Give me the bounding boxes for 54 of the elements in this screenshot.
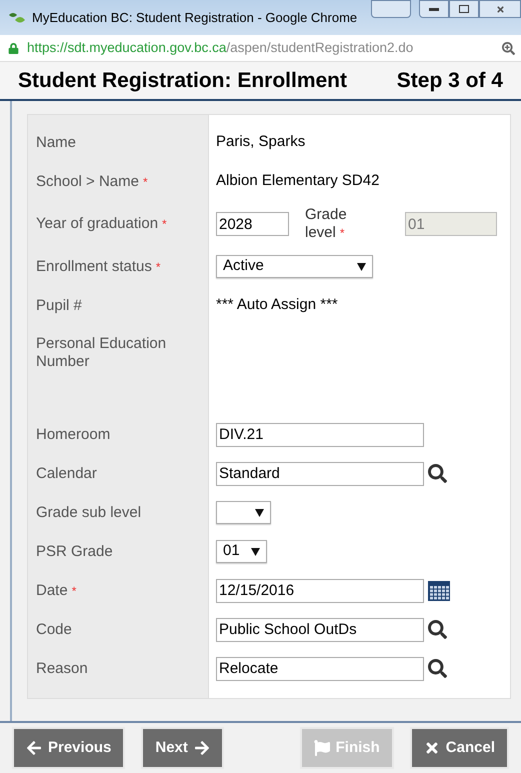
dropdown[interactable]: 01 — [216, 540, 267, 563]
leaf-icon — [8, 10, 26, 24]
close-button[interactable] — [479, 0, 521, 18]
arrow-right-icon — [194, 740, 210, 756]
field-label: Code — [36, 620, 72, 638]
date-field[interactable]: 12/15/2016 — [216, 578, 424, 602]
input-field[interactable]: Public School OutDs — [216, 618, 424, 642]
field-label: Grade sub level — [36, 504, 142, 522]
input-field: 01 — [405, 212, 497, 236]
field-label: PSR Grade — [36, 542, 113, 560]
calendar-icon[interactable] — [428, 580, 450, 600]
field-label: Name — [36, 134, 76, 152]
input-field[interactable]: 2028 — [216, 212, 289, 236]
dropdown[interactable]: Active — [216, 255, 373, 278]
field-label: Reason — [36, 660, 88, 678]
caret-icon — [255, 508, 264, 516]
field-label: Calendar — [36, 464, 97, 482]
field-label: Pupil # — [36, 296, 82, 314]
next-button[interactable]: Next — [143, 729, 222, 767]
field-value: Albion Elementary SD42 — [216, 171, 380, 192]
search-icon[interactable] — [428, 620, 447, 639]
arrow-left-icon — [26, 740, 42, 756]
minimize-button[interactable] — [419, 0, 449, 18]
field-label: Grade level * — [305, 206, 348, 242]
field-label: Personal Education Number — [36, 335, 168, 371]
page-title: Student Registration: Enrollment — [18, 68, 348, 94]
field-value: Paris, Sparks — [216, 132, 306, 152]
field-label: Year of graduation * — [36, 215, 167, 233]
input-field[interactable]: Standard — [216, 462, 424, 486]
field-label: Enrollment status * — [36, 258, 161, 276]
field-label: School > Name * — [36, 172, 148, 190]
input-field[interactable]: Relocate — [216, 656, 424, 680]
address-bar[interactable]: https://sdt.myeducation.gov.bc.ca/aspen/studentRegistration2.do — [0, 35, 521, 62]
field-label: Date * — [36, 582, 76, 600]
step-indicator: Step 3 of 4 — [396, 68, 503, 94]
zoom-icon[interactable] — [502, 42, 515, 54]
previous-button[interactable]: Previous — [14, 729, 124, 767]
input-field[interactable]: DIV.21 — [216, 422, 424, 446]
field-label: Homeroom — [36, 426, 110, 444]
close-icon — [496, 4, 504, 14]
window-title: MyEducation BC: Student Registration - Google Chrome — [32, 8, 358, 27]
window-control-icon[interactable] — [371, 0, 411, 18]
maximize-button[interactable] — [449, 0, 479, 18]
close-icon — [424, 740, 440, 756]
field-value: *** Auto Assign *** — [216, 295, 338, 316]
search-icon[interactable] — [428, 659, 447, 678]
flag-icon — [314, 740, 330, 756]
cancel-button[interactable]: Cancel — [412, 729, 507, 767]
caret-icon — [251, 548, 260, 556]
url-text: https://sdt.myeducation.gov.bc.ca/aspen/studentRegistration2.do — [27, 38, 414, 57]
search-icon[interactable] — [428, 464, 447, 483]
lock-icon — [8, 42, 19, 54]
dropdown[interactable] — [216, 501, 271, 524]
caret-icon — [357, 262, 366, 270]
